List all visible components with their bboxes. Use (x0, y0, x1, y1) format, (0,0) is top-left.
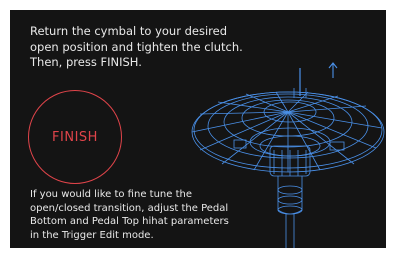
calibration-screen: Return the cymbal to your desired open p… (10, 10, 386, 248)
finish-button[interactable]: FINISH (28, 90, 122, 184)
arrow-up-icon (328, 62, 338, 78)
finish-button-label: FINISH (52, 129, 98, 145)
hihat-cymbal-icon (191, 62, 385, 248)
